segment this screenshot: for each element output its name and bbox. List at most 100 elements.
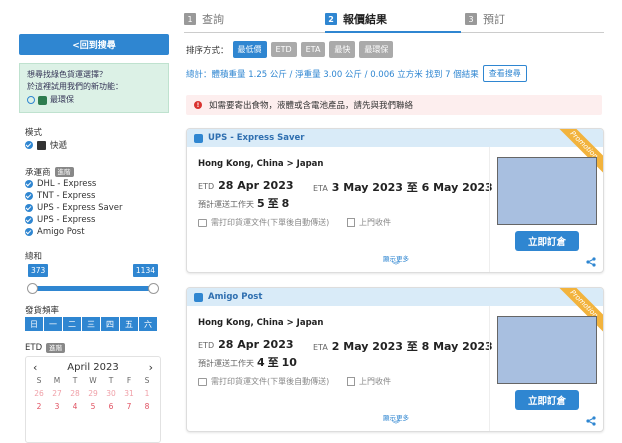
carrier-name: UPS - Express Saver xyxy=(208,133,305,143)
etd-title-label: ETD xyxy=(25,343,43,353)
check-icon[interactable] xyxy=(25,192,33,200)
progress-steps: 1 查詢 2 報價結果 3 預訂 xyxy=(184,0,604,33)
day-toggle[interactable]: 二 xyxy=(63,317,82,331)
card-divider xyxy=(489,147,490,272)
print-docs-feature: 需打印貨運文件(下單後自動傳送) xyxy=(198,376,329,387)
sort-option-eta[interactable]: ETA xyxy=(300,42,326,57)
carrier-option-label: TNT - Express xyxy=(37,191,96,201)
day-toggle[interactable]: 一 xyxy=(44,317,63,331)
promo-line-1: 想尋找綠色貨運選擇？ xyxy=(27,70,107,79)
radio-icon[interactable] xyxy=(27,96,35,104)
weekday: T xyxy=(72,376,78,385)
chevron-left-icon[interactable]: ‹ xyxy=(33,361,37,374)
chevron-down-icon: ︾ xyxy=(392,261,400,270)
day-toggle[interactable]: 四 xyxy=(101,317,120,331)
calendar-day: 2 xyxy=(36,402,42,411)
range-track[interactable] xyxy=(33,286,153,291)
range-min-handle[interactable] xyxy=(27,283,38,294)
step-number: 3 xyxy=(465,13,477,25)
advanced-badge[interactable]: 進階 xyxy=(54,167,74,177)
share-icon[interactable] xyxy=(586,257,596,267)
day-toggle[interactable]: 五 xyxy=(120,317,139,331)
eta-label: ETA xyxy=(313,343,328,352)
share-icon[interactable] xyxy=(586,416,596,426)
sort-option-cheapest[interactable]: 最低價 xyxy=(232,41,267,58)
eta-date: 3 May 2023 至 6 May 2023 xyxy=(331,181,493,194)
total-title-label: 總和 xyxy=(25,252,43,262)
print-docs-feature: 需打印貨運文件(下單後自動傳送) xyxy=(198,217,329,228)
etd-date: 28 Apr 2023 xyxy=(218,338,294,351)
results-summary: 總計：體積重量 1.25 公斤 / 淨重量 3.00 公斤 / 0.006 立方… xyxy=(186,65,527,82)
check-icon[interactable] xyxy=(25,141,33,149)
show-more-link[interactable]: 顯示更多 ︾ xyxy=(383,412,409,429)
calendar-day: 3 xyxy=(54,402,60,411)
day-toggle[interactable]: 日 xyxy=(25,317,44,331)
calendar-day: 26 xyxy=(34,389,44,398)
step-number: 2 xyxy=(325,13,337,25)
advanced-badge[interactable]: 進階 xyxy=(46,343,66,353)
carrier-option[interactable]: DHL - Express xyxy=(25,179,96,189)
check-icon[interactable] xyxy=(25,216,33,224)
sort-option-greenest[interactable]: 最環保 xyxy=(359,41,394,58)
frequency-day-selector: 日 一 二 三 四 五 六 xyxy=(25,317,158,331)
alert-icon: ! xyxy=(194,101,202,109)
book-now-button[interactable]: 立即訂倉 xyxy=(515,390,579,410)
back-to-search-button[interactable]: <回到搜尋 xyxy=(19,34,169,55)
transit-min: 5 xyxy=(257,197,265,210)
carrier-option[interactable]: UPS - Express Saver xyxy=(25,203,122,213)
feature-text: 上門收件 xyxy=(359,377,391,386)
day-toggle[interactable]: 三 xyxy=(82,317,101,331)
etd-label: ETD xyxy=(198,341,215,350)
greenest-option[interactable]: 最環保 xyxy=(27,94,161,106)
day-toggle[interactable]: 六 xyxy=(139,317,158,331)
price-range-slider[interactable]: 373 1134 xyxy=(25,262,161,294)
etd-info: ETD 28 Apr 2023 xyxy=(198,179,294,192)
step-results[interactable]: 2 報價結果 xyxy=(325,11,387,27)
calendar-day: 5 xyxy=(90,402,96,411)
weekday: S xyxy=(36,376,42,385)
card-header: UPS - Express Saver xyxy=(187,129,603,147)
calendar-day: 28 xyxy=(70,389,80,398)
weekday: M xyxy=(53,376,61,385)
pickup-feature: 上門收件 xyxy=(347,376,391,387)
total-title: 總和 xyxy=(25,250,42,262)
check-icon[interactable] xyxy=(25,228,33,236)
range-max-handle[interactable] xyxy=(148,283,159,294)
carrier-option-label: DHL - Express xyxy=(37,179,97,189)
calendar-week-row: 2 3 4 5 6 7 8 xyxy=(26,400,160,413)
carrier-icon xyxy=(194,292,203,302)
transit-max: 10 xyxy=(281,356,297,369)
show-more-link[interactable]: 顯示更多 ︾ xyxy=(383,253,409,270)
carrier-icon xyxy=(194,133,203,143)
green-promo-box: 想尋找綠色貨運選擇？ 於這裡試用我們的新功能： 最環保 xyxy=(19,63,169,113)
eta-info: ETA 3 May 2023 至 6 May 2023 xyxy=(313,179,493,195)
check-icon[interactable] xyxy=(25,204,33,212)
calendar-day: 8 xyxy=(144,402,150,411)
card-divider xyxy=(489,306,490,431)
step-query[interactable]: 1 查詢 xyxy=(184,11,224,27)
carrier-option[interactable]: UPS - Express xyxy=(25,215,95,225)
etd-calendar: ‹ April 2023 › S M T W T F S 26 27 28 29… xyxy=(25,356,161,443)
step-booking[interactable]: 3 預訂 xyxy=(465,11,505,27)
mode-title-label: 模式 xyxy=(25,128,43,138)
sort-option-fastest[interactable]: 最快 xyxy=(329,41,356,58)
transit-days: 預計運送工作天 4 至 10 xyxy=(198,354,297,370)
feature-text: 需打印貨運文件(下單後自動傳送) xyxy=(211,218,330,227)
chevron-right-icon[interactable]: › xyxy=(149,361,153,374)
view-search-button[interactable]: 查看搜尋 xyxy=(482,65,527,82)
door-icon xyxy=(347,218,355,227)
check-icon[interactable] xyxy=(25,180,33,188)
calendar-day: 27 xyxy=(52,389,62,398)
weekday-row: S M T W T F S xyxy=(26,374,160,387)
book-now-button[interactable]: 立即訂倉 xyxy=(515,231,579,251)
carrier-option[interactable]: TNT - Express xyxy=(25,191,95,201)
eta-info: ETA 2 May 2023 至 8 May 2023 xyxy=(313,338,493,354)
chevron-down-icon: ︾ xyxy=(392,420,400,429)
carrier-option[interactable]: Amigo Post xyxy=(25,227,85,237)
sort-option-etd[interactable]: ETD xyxy=(270,42,297,57)
etd-info: ETD 28 Apr 2023 xyxy=(198,338,294,351)
mode-title: 模式 xyxy=(25,126,42,138)
transit-label: 預計運送工作天 xyxy=(198,200,254,209)
carrier-image xyxy=(497,316,597,384)
mode-option-express[interactable]: 快遞 xyxy=(25,139,67,151)
